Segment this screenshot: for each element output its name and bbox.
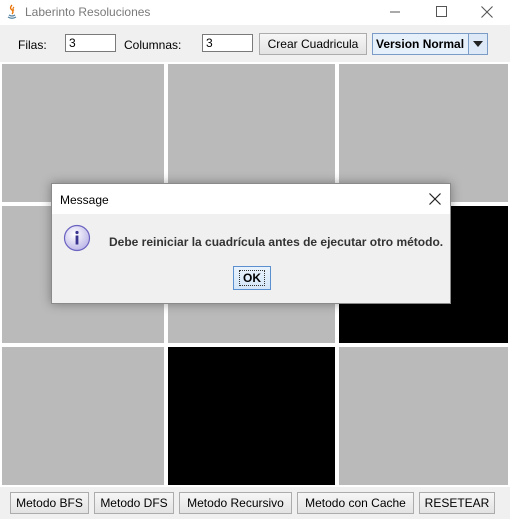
dialog-titlebar: Message	[52, 184, 450, 214]
version-select[interactable]: Version Normal	[372, 33, 488, 55]
close-icon[interactable]	[428, 192, 442, 206]
toolbar: Filas: Columnas: Crear Cuadricula Versio…	[0, 25, 510, 62]
ok-button[interactable]: OK	[233, 266, 271, 290]
crear-cuadricula-button[interactable]: Crear Cuadricula	[259, 33, 367, 55]
dialog-message: Debe reiniciar la cuadrícula antes de ej…	[109, 235, 444, 249]
metodo-bfs-button[interactable]: Metodo BFS	[10, 492, 89, 514]
close-button[interactable]	[464, 0, 510, 25]
dropdown-arrow-button[interactable]	[468, 34, 487, 54]
columnas-label: Columnas:	[124, 38, 182, 52]
window-title: Laberinto Resoluciones	[25, 5, 151, 19]
info-icon	[63, 224, 91, 252]
metodo-con-cache-button[interactable]: Metodo con Cache	[297, 492, 414, 514]
dialog-title: Message	[60, 193, 109, 207]
maximize-button[interactable]	[418, 0, 464, 25]
bottom-button-bar: Metodo BFS Metodo DFS Metodo Recursivo M…	[0, 487, 510, 519]
maximize-icon	[435, 6, 447, 17]
chevron-down-icon	[473, 41, 483, 47]
metodo-recursivo-button[interactable]: Metodo Recursivo	[179, 492, 292, 514]
resetear-button[interactable]: RESETEAR	[419, 492, 495, 514]
java-icon	[7, 4, 17, 19]
maze-cell-2-1[interactable]	[166, 345, 337, 487]
filas-input[interactable]	[65, 34, 116, 52]
message-dialog: Message Debe reiniciar la cuadrícula ant…	[51, 183, 451, 304]
version-select-value: Version Normal	[376, 37, 465, 51]
maze-cell-2-2[interactable]	[337, 345, 510, 487]
metodo-dfs-button[interactable]: Metodo DFS	[94, 492, 174, 514]
maze-cell-2-0[interactable]	[0, 345, 166, 487]
minimize-button[interactable]	[372, 0, 418, 25]
filas-label: Filas:	[18, 38, 47, 52]
ok-button-label: OK	[239, 270, 265, 286]
window-titlebar: Laberinto Resoluciones	[0, 0, 510, 25]
close-icon	[481, 6, 493, 18]
minimize-icon	[389, 11, 400, 13]
columnas-input[interactable]	[202, 34, 253, 52]
